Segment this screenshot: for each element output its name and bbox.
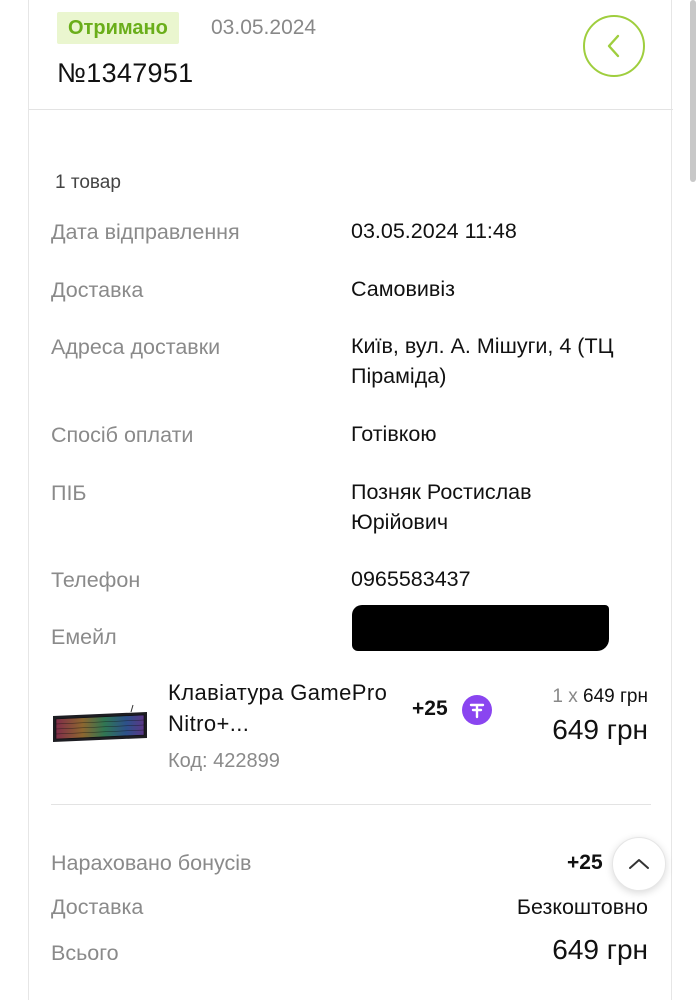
summary-bonus-value: +25 [567,851,603,874]
detail-label-email: Емейл [51,625,117,649]
detail-value-delivery: Самовивіз [351,277,455,301]
summary-bonus-label: Нараховано бонусів [51,851,252,875]
detail-label-address: Адреса доставки [51,335,221,359]
unit-price-line: 1 х 649 грн [552,686,648,708]
product-unit-price: 649 грн [583,686,648,707]
order-number: №1347951 [57,58,194,88]
detail-value-phone: 0965583437 [351,567,471,591]
divider [51,804,651,805]
detail-label-shipping-date: Дата відправлення [51,220,240,244]
page-scrollbar[interactable] [690,0,696,182]
bonus-glyph-icon [469,703,485,719]
order-date: 03.05.2024 [211,16,317,39]
detail-label-full-name: ПІБ [51,481,87,505]
back-button[interactable] [583,15,645,77]
scroll-to-top-button[interactable] [612,837,666,891]
detail-label-payment: Спосіб оплати [51,423,194,447]
bonus-coin-icon [462,695,492,725]
chevron-up-icon [629,859,649,869]
keyboard-product-image[interactable] [51,704,149,746]
detail-value-full-name: Позняк Ростислав Юрійович [351,480,532,534]
status-badge: Отримано [57,12,179,44]
summary-total-label: Всього [51,941,119,965]
order-header: Отримано 03.05.2024 №1347951 [29,0,673,110]
product-name-link[interactable]: Клавіатура GamePro Nitro+... [168,677,404,739]
detail-label-phone: Телефон [51,568,141,592]
email-redaction-mask [352,605,609,651]
detail-label-delivery: Доставка [51,278,144,302]
summary-delivery-value: Безкоштовно [516,895,648,919]
product-code: Код: 422899 [168,750,280,772]
summary-total-value: 649 грн [552,934,648,965]
detail-value-address: Київ, вул. А. Мішуги, 4 (ТЦ Піраміда) [351,334,614,388]
detail-value-shipping-date: 03.05.2024 11:48 [351,219,517,243]
detail-value-payment: Готівкою [351,422,437,446]
summary-delivery-label: Доставка [51,895,144,919]
product-quantity: 1 х [552,686,578,707]
product-bonus-points: +25 [412,697,448,720]
chevron-left-icon [607,34,620,58]
items-count: 1 товар [55,172,121,193]
order-details-card: Отримано 03.05.2024 №1347951 1 товар Дат… [28,0,673,1000]
product-total-price: 649 грн [552,714,648,745]
